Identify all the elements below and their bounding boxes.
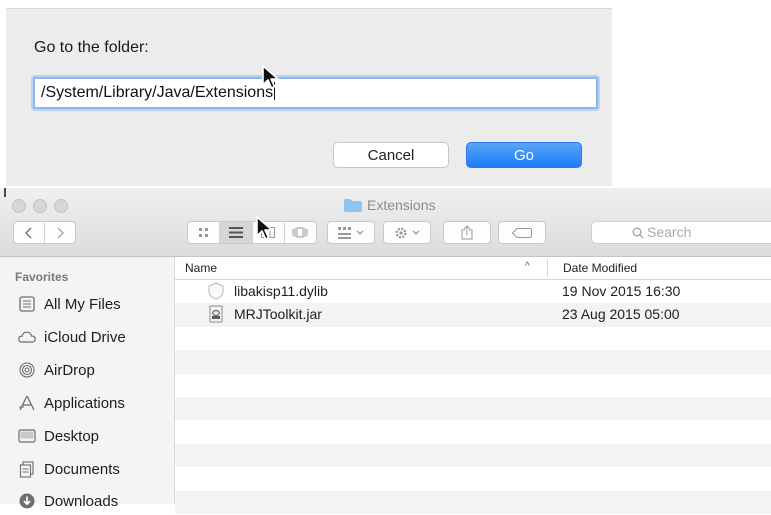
back-forward-control xyxy=(13,221,76,244)
empty-row xyxy=(175,327,771,350)
sidebar-item-applications[interactable]: Applications xyxy=(18,389,125,417)
cloud-icon xyxy=(18,328,36,346)
icon-view-button[interactable] xyxy=(188,222,221,243)
sheet-title: Go to the folder: xyxy=(34,39,149,56)
sidebar-item-label: iCloud Drive xyxy=(44,328,126,346)
tag-icon xyxy=(512,227,532,238)
window-edge-mark xyxy=(4,188,6,197)
sidebar-item-documents[interactable]: Documents xyxy=(18,455,120,483)
finder-sidebar: Favorites All My Files iCloud Drive AirD… xyxy=(0,257,175,510)
file-date-modified: 19 Nov 2015 16:30 xyxy=(562,283,681,299)
sidebar-item-label: Applications xyxy=(44,394,125,412)
column-divider[interactable] xyxy=(547,259,548,277)
sort-ascending-icon: ^ xyxy=(525,261,530,272)
action-button[interactable] xyxy=(383,221,431,244)
applications-icon xyxy=(18,394,36,412)
jar-icon xyxy=(209,305,223,323)
sidebar-item-label: All My Files xyxy=(44,295,121,313)
search-field[interactable]: Search xyxy=(591,221,771,244)
sidebar-item-label: Desktop xyxy=(44,427,100,445)
table-row[interactable]: libakisp11.dylib 19 Nov 2015 16:30 xyxy=(175,280,771,303)
documents-icon xyxy=(18,460,36,478)
sidebar-item-airdrop[interactable]: AirDrop xyxy=(18,356,95,384)
chevron-right-icon xyxy=(57,226,64,239)
file-name: libakisp11.dylib xyxy=(234,283,328,299)
back-button[interactable] xyxy=(14,222,45,243)
chevron-down-icon xyxy=(412,230,420,235)
folder-path-value: /System/Library/Java/Extensions xyxy=(41,84,274,101)
empty-row xyxy=(175,490,771,514)
sidebar-heading-favorites: Favorites xyxy=(15,270,69,284)
search-icon xyxy=(632,227,644,239)
cover-flow-icon xyxy=(292,227,308,238)
file-name: MRJToolkit.jar xyxy=(234,306,322,323)
empty-row xyxy=(175,467,771,490)
minimize-window-button[interactable] xyxy=(33,199,47,213)
desktop-icon xyxy=(18,427,36,445)
window-title-text: Extensions xyxy=(367,197,436,213)
arrange-button[interactable] xyxy=(327,221,375,244)
airdrop-icon xyxy=(18,361,36,379)
list-view-button[interactable] xyxy=(220,222,253,243)
column-header-name[interactable]: Name xyxy=(185,261,217,275)
forward-button[interactable] xyxy=(45,222,75,243)
finder-window: Extensions Search Favorites All My Files… xyxy=(0,188,771,514)
empty-row xyxy=(175,396,771,421)
sidebar-item-all-my-files[interactable]: All My Files xyxy=(18,290,121,318)
dylib-icon xyxy=(208,282,224,300)
list-view-icon xyxy=(228,227,243,238)
chevron-down-icon xyxy=(356,230,364,235)
downloads-icon xyxy=(18,492,36,510)
window-title: Extensions xyxy=(344,196,435,214)
icon-view-icon xyxy=(198,227,208,237)
view-mode-control xyxy=(187,221,317,244)
share-button[interactable] xyxy=(443,221,491,244)
cover-flow-button[interactable] xyxy=(285,222,316,243)
empty-row xyxy=(175,374,771,397)
sidebar-item-downloads[interactable]: Downloads xyxy=(18,487,118,515)
zoom-window-button[interactable] xyxy=(54,199,68,213)
empty-row xyxy=(175,443,771,468)
table-row[interactable]: MRJToolkit.jar 23 Aug 2015 05:00 xyxy=(175,303,771,327)
file-date-modified: 23 Aug 2015 05:00 xyxy=(562,306,680,323)
close-window-button[interactable] xyxy=(12,199,26,213)
file-rows: libakisp11.dylib 19 Nov 2015 16:30 MRJTo… xyxy=(175,280,771,514)
folder-icon xyxy=(344,199,362,212)
gear-icon xyxy=(395,226,407,239)
share-icon xyxy=(461,225,473,240)
search-placeholder: Search xyxy=(647,224,692,240)
go-button[interactable]: Go xyxy=(466,142,582,168)
sidebar-item-label: Downloads xyxy=(44,492,119,510)
sidebar-item-label: AirDrop xyxy=(44,361,95,379)
go-to-folder-sheet: Go to the folder: /System/Library/Java/E… xyxy=(6,8,612,186)
chevron-left-icon xyxy=(25,226,32,239)
column-header-row: Name ^ Date Modified xyxy=(175,257,771,280)
all-files-icon xyxy=(18,295,36,313)
cancel-button[interactable]: Cancel xyxy=(333,142,449,168)
arrange-icon xyxy=(338,226,351,239)
folder-path-input[interactable]: /System/Library/Java/Extensions xyxy=(33,77,598,109)
tags-button[interactable] xyxy=(498,221,546,244)
empty-row xyxy=(175,350,771,374)
column-header-date-modified[interactable]: Date Modified xyxy=(563,261,637,275)
sidebar-item-icloud-drive[interactable]: iCloud Drive xyxy=(18,323,126,351)
finder-toolbar: Extensions Search xyxy=(0,188,771,257)
sidebar-item-label: Documents xyxy=(44,460,120,478)
empty-row xyxy=(175,420,771,443)
file-list: Name ^ Date Modified libakisp11.dylib 19… xyxy=(175,257,771,514)
sidebar-item-desktop[interactable]: Desktop xyxy=(18,422,99,450)
